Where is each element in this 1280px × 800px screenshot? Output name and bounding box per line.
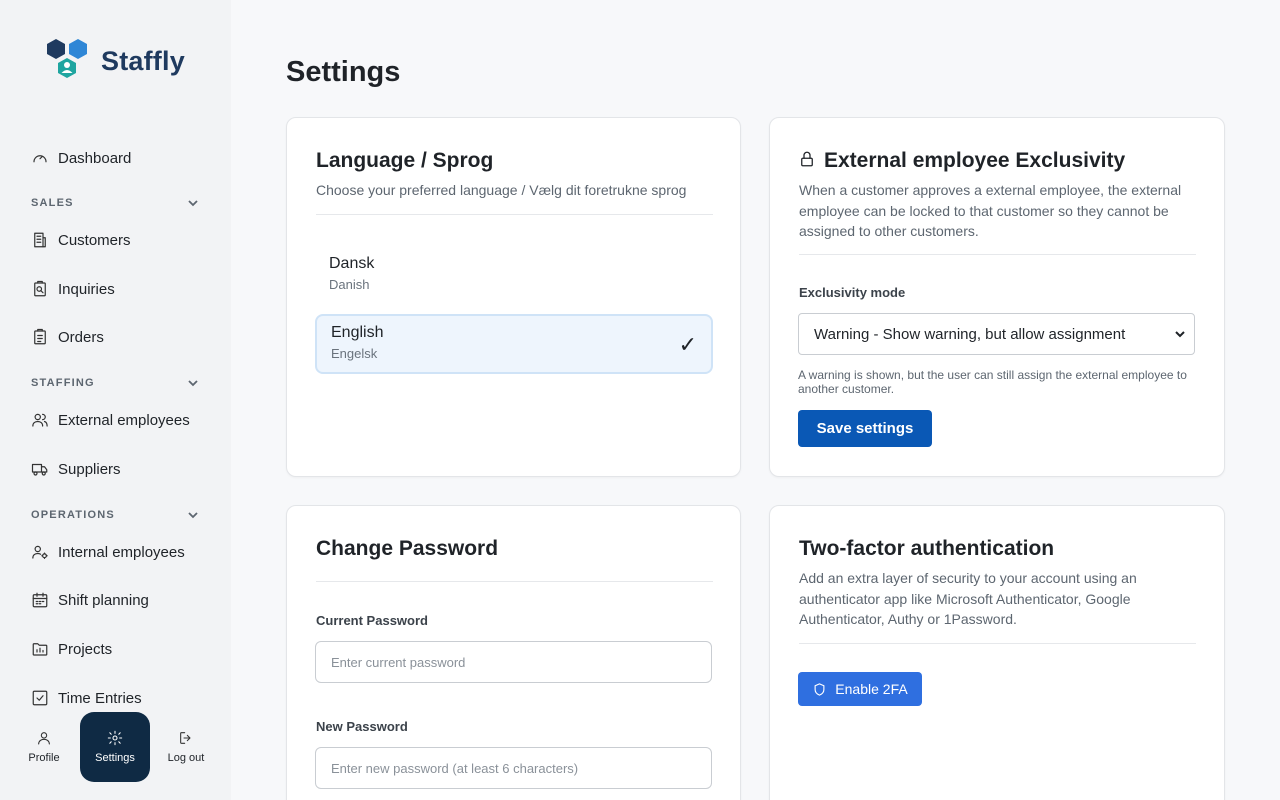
- language-card-title: Language / Sprog: [316, 149, 494, 172]
- language-subname: Engelsk: [331, 346, 378, 361]
- sidebar-item-time-entries[interactable]: Time Entries: [31, 684, 142, 712]
- profile-button[interactable]: Profile: [9, 712, 79, 782]
- two-factor-card: Two-factor authentication Add an extra l…: [769, 505, 1225, 800]
- new-password-input[interactable]: Enter new password (at least 6 character…: [315, 747, 712, 789]
- exclusivity-hint: A warning is shown, but the user can sti…: [798, 368, 1187, 396]
- sidebar-item-label: Time Entries: [58, 689, 142, 707]
- section-sales-header[interactable]: SALES: [31, 195, 199, 211]
- sidebar-item-internal-employees[interactable]: Internal employees: [31, 538, 185, 566]
- sidebar: Staffly Dashboard SALES Customers Inquir…: [0, 0, 231, 800]
- app-name: Staffly: [101, 45, 185, 76]
- checkbox-icon: [31, 689, 49, 707]
- app-logo[interactable]: Staffly: [45, 38, 185, 84]
- checkmark-icon: ✓: [678, 332, 697, 357]
- sidebar-item-dashboard[interactable]: Dashboard: [31, 144, 131, 172]
- logout-icon: [180, 732, 191, 744]
- settings-button[interactable]: Settings: [80, 712, 150, 782]
- truck-icon: [31, 460, 49, 478]
- sidebar-item-label: Customers: [58, 231, 131, 249]
- current-password-input[interactable]: Enter current password: [315, 641, 712, 683]
- sidebar-item-label: Orders: [58, 328, 104, 346]
- new-password-label: New Password: [316, 719, 408, 734]
- divider: [799, 254, 1196, 255]
- section-staffing-header[interactable]: STAFFING: [31, 375, 199, 391]
- sidebar-item-external-employees[interactable]: External employees: [31, 406, 190, 434]
- chevron-down-icon: [1175, 331, 1185, 338]
- clipboard-search-icon: [31, 280, 49, 298]
- sidebar-item-label: Inquiries: [58, 280, 115, 298]
- gear-icon: [107, 730, 123, 746]
- language-name: Dansk: [329, 255, 375, 272]
- logout-button[interactable]: Log out: [151, 712, 221, 782]
- page-title: Settings: [286, 56, 401, 88]
- profile-label: Profile: [28, 752, 60, 764]
- exclusivity-card-title: External employee Exclusivity: [824, 149, 1126, 172]
- folder-chart-icon: [31, 640, 49, 658]
- divider: [799, 643, 1196, 644]
- settings-label: Settings: [95, 752, 135, 764]
- staffly-logo-icon: [47, 39, 87, 78]
- exclusivity-card: External employee Exclusivity When a cus…: [769, 117, 1225, 477]
- language-card: Language / Sprog Choose your preferred l…: [286, 117, 741, 477]
- sidebar-item-projects[interactable]: Projects: [31, 635, 112, 663]
- tfa-card-title: Two-factor authentication: [799, 537, 1055, 560]
- gauge-icon: [31, 149, 49, 167]
- input-placeholder: Enter current password: [331, 654, 466, 670]
- divider: [316, 581, 713, 582]
- password-card-title: Change Password: [316, 537, 499, 560]
- sidebar-item-label: Dashboard: [58, 149, 132, 167]
- sidebar-item-label: Internal employees: [58, 543, 185, 561]
- language-card-subtitle: Choose your preferred language / Vælg di…: [316, 182, 687, 198]
- sidebar-item-label: External employees: [58, 411, 190, 429]
- sidebar-item-orders[interactable]: Orders: [31, 323, 104, 351]
- calendar-icon: [31, 591, 49, 609]
- exclusivity-mode-label: Exclusivity mode: [799, 285, 906, 300]
- chevron-down-icon: [188, 380, 198, 387]
- enable-2fa-button[interactable]: Enable 2FA: [798, 672, 922, 706]
- exclusivity-mode-select[interactable]: Warning - Show warning, but allow assign…: [798, 313, 1195, 355]
- language-option-dansk[interactable]: Dansk Danish: [315, 247, 713, 307]
- lock-icon: [798, 150, 816, 168]
- section-title: OPERATIONS: [31, 509, 115, 521]
- clipboard-list-icon: [31, 328, 49, 346]
- select-value: Warning - Show warning, but allow assign…: [814, 325, 1126, 343]
- language-name: English: [331, 324, 384, 341]
- sidebar-item-inquiries[interactable]: Inquiries: [31, 275, 115, 303]
- chevron-down-icon: [188, 512, 198, 519]
- sidebar-item-label: Projects: [58, 640, 113, 658]
- sidebar-bottom-bar: Profile Settings Log out: [0, 710, 231, 800]
- sidebar-item-shift-planning[interactable]: Shift planning: [31, 586, 149, 614]
- section-operations-header[interactable]: OPERATIONS: [31, 507, 199, 523]
- users-icon: [31, 411, 49, 429]
- sidebar-item-suppliers[interactable]: Suppliers: [31, 455, 121, 483]
- section-title: SALES: [31, 197, 74, 209]
- divider: [316, 214, 713, 215]
- sidebar-item-label: Suppliers: [58, 460, 121, 478]
- exclusivity-description: When a customer approves a external empl…: [799, 182, 1182, 239]
- building-icon: [31, 231, 49, 249]
- language-option-english[interactable]: English Engelsk ✓: [315, 314, 713, 374]
- save-settings-button[interactable]: Save settings: [798, 410, 932, 447]
- sidebar-item-label: Shift planning: [58, 591, 149, 609]
- section-title: STAFFING: [31, 377, 95, 389]
- language-subname: Danish: [329, 277, 370, 292]
- current-password-label: Current Password: [316, 613, 428, 628]
- sidebar-item-customers[interactable]: Customers: [31, 226, 131, 254]
- logout-label: Log out: [167, 752, 205, 764]
- change-password-card: Change Password Current Password Enter c…: [286, 505, 741, 800]
- shield-icon: [814, 682, 825, 696]
- enable-2fa-label: Enable 2FA: [835, 681, 908, 697]
- chevron-down-icon: [188, 200, 198, 207]
- tfa-description: Add an extra layer of security to your a…: [799, 570, 1137, 627]
- input-placeholder: Enter new password (at least 6 character…: [331, 760, 579, 776]
- user-icon: [38, 732, 50, 745]
- user-gear-icon: [31, 543, 49, 561]
